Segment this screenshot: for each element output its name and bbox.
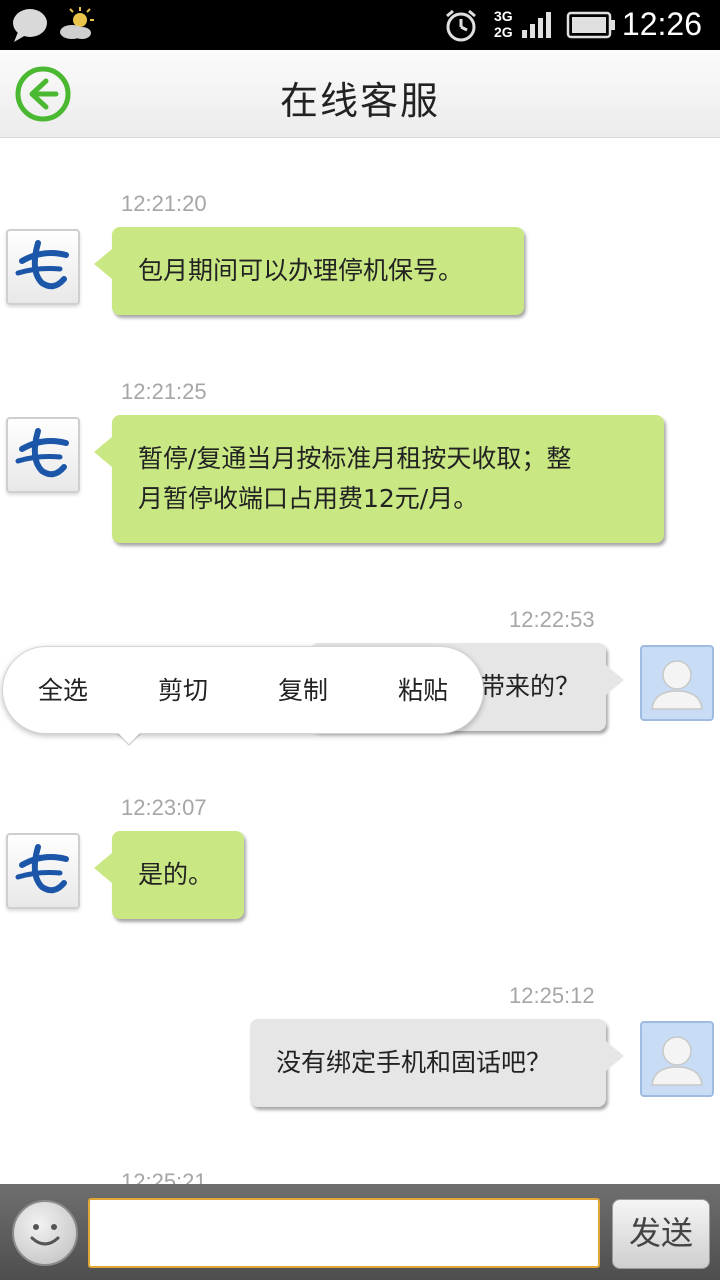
message-input[interactable]	[88, 1198, 600, 1268]
text-context-menu: 全选 剪切 复制 粘贴	[2, 646, 484, 734]
user-avatar	[640, 1021, 714, 1097]
china-telecom-logo-icon	[15, 240, 69, 290]
send-button[interactable]: 发送	[612, 1199, 710, 1269]
agent-avatar	[6, 229, 80, 305]
message-text: 月暂停收端口占用费12元/月。	[138, 484, 479, 513]
emoji-smiley-icon	[30, 1224, 60, 1246]
message-text: 暂停/复通当月按标准月租按天收取；整	[138, 444, 572, 473]
chat-bubble-icon	[13, 9, 47, 42]
china-telecom-logo-icon	[15, 428, 69, 478]
cut-menu-item[interactable]: 剪切	[123, 647, 243, 735]
emoji-button[interactable]	[12, 1200, 78, 1266]
china-telecom-logo-icon	[15, 844, 69, 894]
message-timestamp: 12:22:53	[509, 607, 595, 632]
alarm-icon	[446, 9, 476, 42]
agent-message-bubble[interactable]: 暂停/复通当月按标准月租按天收取；整 月暂停收端口占用费12元/月。	[94, 415, 664, 543]
message-timestamp: 12:23:07	[121, 795, 207, 820]
message-timestamp: 12:21:20	[121, 191, 207, 216]
message-timestamp: 12:25:12	[509, 983, 595, 1008]
paste-menu-item[interactable]: 粘贴	[363, 647, 483, 735]
battery-icon	[566, 11, 615, 39]
app-header: 在线客服	[0, 50, 720, 138]
message-text: 是的。	[138, 860, 214, 889]
select-all-menu-item[interactable]: 全选	[3, 647, 123, 735]
user-message-bubble[interactable]: 没有绑定手机和固话吧？	[250, 1019, 624, 1107]
agent-message-bubble[interactable]: 是的。	[94, 831, 244, 919]
weather-sun-cloud-icon	[60, 7, 94, 39]
message-text: 没有绑定手机和固话吧？	[276, 1048, 552, 1077]
status-bar: 3G 2G 12:26	[0, 0, 720, 50]
agent-avatar	[6, 417, 80, 493]
message-timestamp: 12:25:21	[121, 1169, 207, 1184]
copy-menu-item[interactable]: 复制	[243, 647, 363, 735]
clock-time: 12:26	[621, 6, 702, 42]
network-type-label: 3G 2G	[494, 8, 513, 40]
message-input-bar: 发送	[0, 1184, 720, 1280]
message-text: 包月期间可以办理停机保号。	[138, 256, 464, 285]
user-avatar	[640, 645, 714, 721]
message-timestamp: 12:21:25	[121, 379, 207, 404]
page-title: 在线客服	[279, 79, 440, 123]
agent-message-bubble[interactable]: 包月期间可以办理停机保号。	[94, 227, 524, 315]
user-silhouette-icon	[651, 1036, 703, 1086]
signal-icon	[522, 12, 551, 38]
agent-avatar	[6, 833, 80, 909]
user-silhouette-icon	[651, 660, 703, 710]
